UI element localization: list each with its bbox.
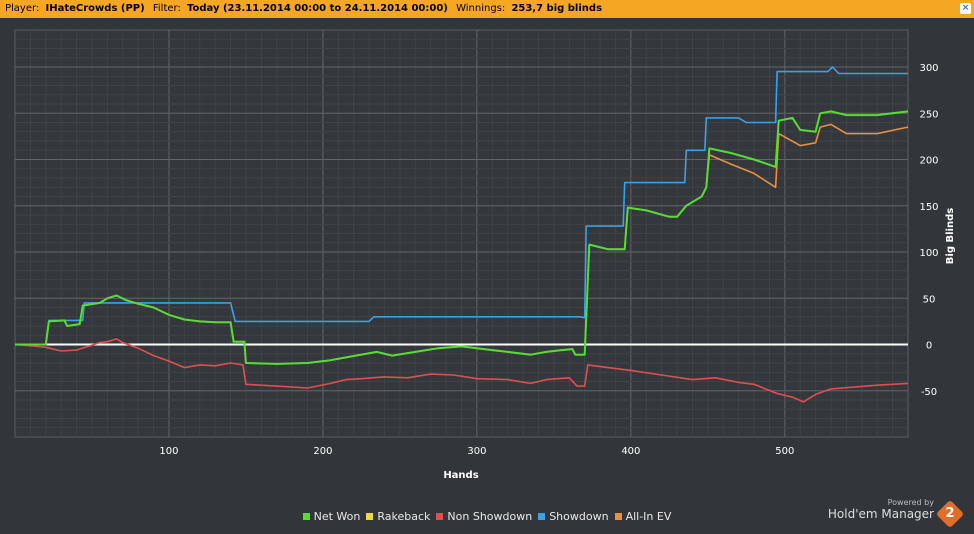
- legend-item-net-won[interactable]: Net Won: [302, 510, 361, 523]
- y-axis-label: Big Blinds: [945, 208, 956, 264]
- hm2-logo-icon: 2: [935, 499, 965, 529]
- legend-label: All-In EV: [625, 510, 672, 523]
- legend-item-non-showdown[interactable]: Non Showdown: [436, 510, 532, 523]
- y-tick-label: 250: [919, 109, 938, 120]
- winnings-chart: 100 200 300 400 500300250200150100500-50 Han…: [14, 29, 956, 481]
- x-tick-label: 500: [775, 446, 794, 457]
- y-tick-label: 300: [919, 63, 938, 74]
- x-tick-label: 200: [313, 446, 332, 457]
- legend-swatch: [302, 512, 310, 520]
- product-name: Hold'em Manager: [827, 507, 934, 521]
- branding: Powered by Hold'em Manager: [828, 498, 934, 521]
- x-tick-label: 300: [467, 446, 486, 457]
- legend-label: Rakeback: [377, 510, 431, 523]
- y-tick-label: 200: [919, 156, 938, 167]
- legend-label: Showdown: [549, 510, 609, 523]
- y-tick-label: 50: [923, 294, 936, 305]
- legend-swatch: [614, 512, 622, 520]
- logo-text: 2: [945, 506, 955, 521]
- legend-label: Net Won: [313, 510, 361, 523]
- x-tick-label: 100: [159, 446, 178, 457]
- powered-by-text: Powered by: [887, 498, 934, 507]
- legend-swatch: [538, 512, 546, 520]
- y-tick-label: -50: [921, 387, 937, 398]
- y-tick-label: 150: [919, 202, 938, 213]
- x-axis-label: Hands: [443, 470, 478, 481]
- y-tick-label: 100: [919, 248, 938, 259]
- legend-swatch: [436, 512, 444, 520]
- legend-label: Non Showdown: [447, 510, 533, 523]
- y-tick-label: 0: [926, 341, 932, 352]
- legend-item-all-in-ev[interactable]: All-In EV: [614, 510, 672, 523]
- legend-item-showdown[interactable]: Showdown: [538, 510, 609, 523]
- x-tick-label: 400: [621, 446, 640, 457]
- legend-item-rakeback[interactable]: Rakeback: [366, 510, 430, 523]
- legend-swatch: [366, 512, 374, 520]
